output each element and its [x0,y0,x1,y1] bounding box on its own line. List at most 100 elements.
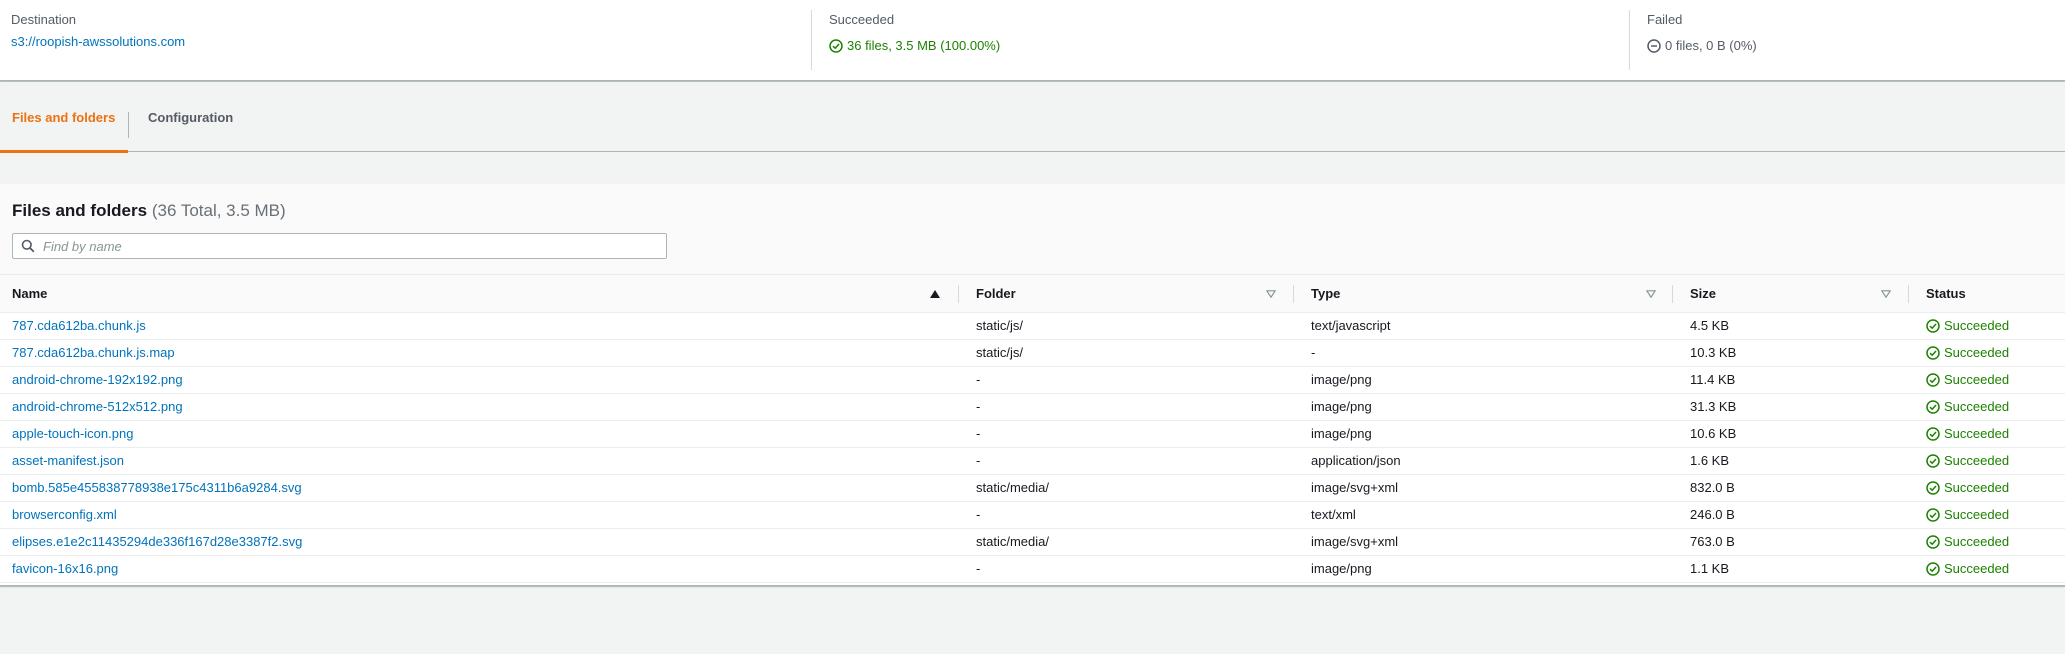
table-row: 787.cda612ba.chunk.js.map static/js/ - 1… [0,340,2065,367]
table-header: Name Folder Type Size Status [0,275,2065,313]
file-type: application/json [1311,453,1401,468]
status-text: Succeeded [1944,480,2010,495]
succeeded-column: Succeeded 36 files, 3.5 MB (100.00%) [811,10,1629,70]
file-type: image/svg+xml [1311,480,1399,495]
file-name-link[interactable]: asset-manifest.json [12,448,124,474]
file-status: Succeeded [1926,367,2009,393]
table-row: android-chrome-512x512.png - image/png 3… [0,394,2065,421]
file-folder: static/media/ [976,534,1049,549]
file-type: text/javascript [1311,318,1391,333]
file-folder: static/js/ [976,345,1023,360]
destination-link[interactable]: s3://roopish-awssolutions.com [11,34,185,49]
column-header-type[interactable]: Type [1311,275,1340,313]
sort-icon[interactable] [1881,275,1891,313]
file-folder: - [976,426,981,441]
check-circle-icon [1926,400,1940,414]
file-status: Succeeded [1926,529,2009,555]
file-folder: - [976,507,981,522]
destination-column: Destination s3://roopish-awssolutions.co… [0,0,811,81]
files-table-container: Files and folders (36 Total, 3.5 MB) Nam… [0,184,2065,586]
file-status: Succeeded [1926,421,2009,447]
file-folder: static/media/ [976,480,1049,495]
file-size: 246.0 B [1690,507,1735,522]
status-text: Succeeded [1944,345,2010,360]
file-name-link[interactable]: android-chrome-192x192.png [12,367,183,393]
status-text: Succeeded [1944,453,2010,468]
file-name-link[interactable]: elipses.e1e2c11435294de336f167d28e3387f2… [12,529,302,555]
file-name-link[interactable]: 787.cda612ba.chunk.js [12,313,146,339]
file-status: Succeeded [1926,448,2009,474]
file-type: - [1311,345,1316,360]
check-circle-icon [1926,481,1940,495]
status-text: Succeeded [1944,372,2010,387]
failed-column: Failed 0 files, 0 B (0%) [1629,10,2065,70]
check-circle-icon [1926,346,1940,360]
check-circle-icon [1926,454,1940,468]
succeeded-text: 36 files, 3.5 MB (100.00%) [847,38,1001,53]
table-row: apple-touch-icon.png - image/png 10.6 KB… [0,421,2065,448]
table-row: 787.cda612ba.chunk.js static/js/ text/ja… [0,313,2065,340]
destination-label: Destination [11,12,77,27]
file-size: 31.3 KB [1690,399,1737,414]
active-tab-indicator [0,150,128,153]
files-counter: (36 Total, 3.5 MB) [151,201,286,220]
file-name-link[interactable]: favicon-16x16.png [12,556,118,582]
file-name-link[interactable]: browserconfig.xml [12,502,117,528]
sort-ascending-icon[interactable] [930,275,940,313]
sort-icon[interactable] [1266,275,1276,313]
file-size: 10.3 KB [1690,345,1737,360]
check-circle-icon [1926,373,1940,387]
file-type: image/png [1311,426,1372,441]
table-body: 787.cda612ba.chunk.js static/js/ text/ja… [0,313,2065,583]
file-name-link[interactable]: android-chrome-512x512.png [12,394,183,420]
column-header-name[interactable]: Name [12,275,47,313]
file-size: 832.0 B [1690,480,1735,495]
files-header: Files and folders (36 Total, 3.5 MB) [0,184,2065,275]
file-type: image/png [1311,561,1372,576]
file-folder: static/js/ [976,318,1023,333]
status-text: Succeeded [1944,534,2010,549]
column-header-size[interactable]: Size [1690,275,1716,313]
status-text: Succeeded [1944,318,2010,333]
succeeded-label: Succeeded [829,12,895,27]
failed-label: Failed [1647,12,1683,27]
status-text: Succeeded [1944,561,2010,576]
column-header-status[interactable]: Status [1926,275,1966,313]
sort-icon[interactable] [1646,275,1656,313]
search-box [12,233,667,259]
check-circle-icon [1926,508,1940,522]
minus-circle-icon [1647,38,1661,53]
summary-panel: Destination s3://roopish-awssolutions.co… [0,0,2065,81]
check-circle-icon [1926,562,1940,576]
file-status: Succeeded [1926,313,2009,339]
tab-configuration[interactable]: Configuration [148,110,233,125]
column-header-folder[interactable]: Folder [976,275,1016,313]
failed-value: 0 files, 0 B (0%) [1647,38,1757,53]
search-input[interactable] [43,237,653,255]
table-row: asset-manifest.json - application/json 1… [0,448,2065,475]
file-name-link[interactable]: 787.cda612ba.chunk.js.map [12,340,175,366]
file-status: Succeeded [1926,556,2009,582]
file-folder: - [976,561,981,576]
column-divider [1293,285,1294,303]
file-size: 1.6 KB [1690,453,1730,468]
check-circle-icon [1926,535,1940,549]
status-text: Succeeded [1944,399,2010,414]
file-folder: - [976,372,981,387]
file-name-link[interactable]: apple-touch-icon.png [12,421,133,447]
tab-files-and-folders[interactable]: Files and folders [12,110,115,125]
file-size: 11.4 KB [1690,372,1736,387]
file-size: 763.0 B [1690,534,1735,549]
succeeded-value: 36 files, 3.5 MB (100.00%) [829,38,1000,53]
status-text: Succeeded [1944,507,2010,522]
file-type: image/png [1311,399,1372,414]
table-row: elipses.e1e2c11435294de336f167d28e3387f2… [0,529,2065,556]
column-divider [958,285,959,303]
check-circle-icon [1926,319,1940,333]
file-folder: - [976,453,981,468]
file-status: Succeeded [1926,394,2009,420]
file-size: 1.1 KB [1690,561,1730,576]
file-name-link[interactable]: bomb.585e455838778938e175c4311b6a9284.sv… [12,475,302,501]
table-row: bomb.585e455838778938e175c4311b6a9284.sv… [0,475,2065,502]
check-circle-icon [829,38,843,53]
